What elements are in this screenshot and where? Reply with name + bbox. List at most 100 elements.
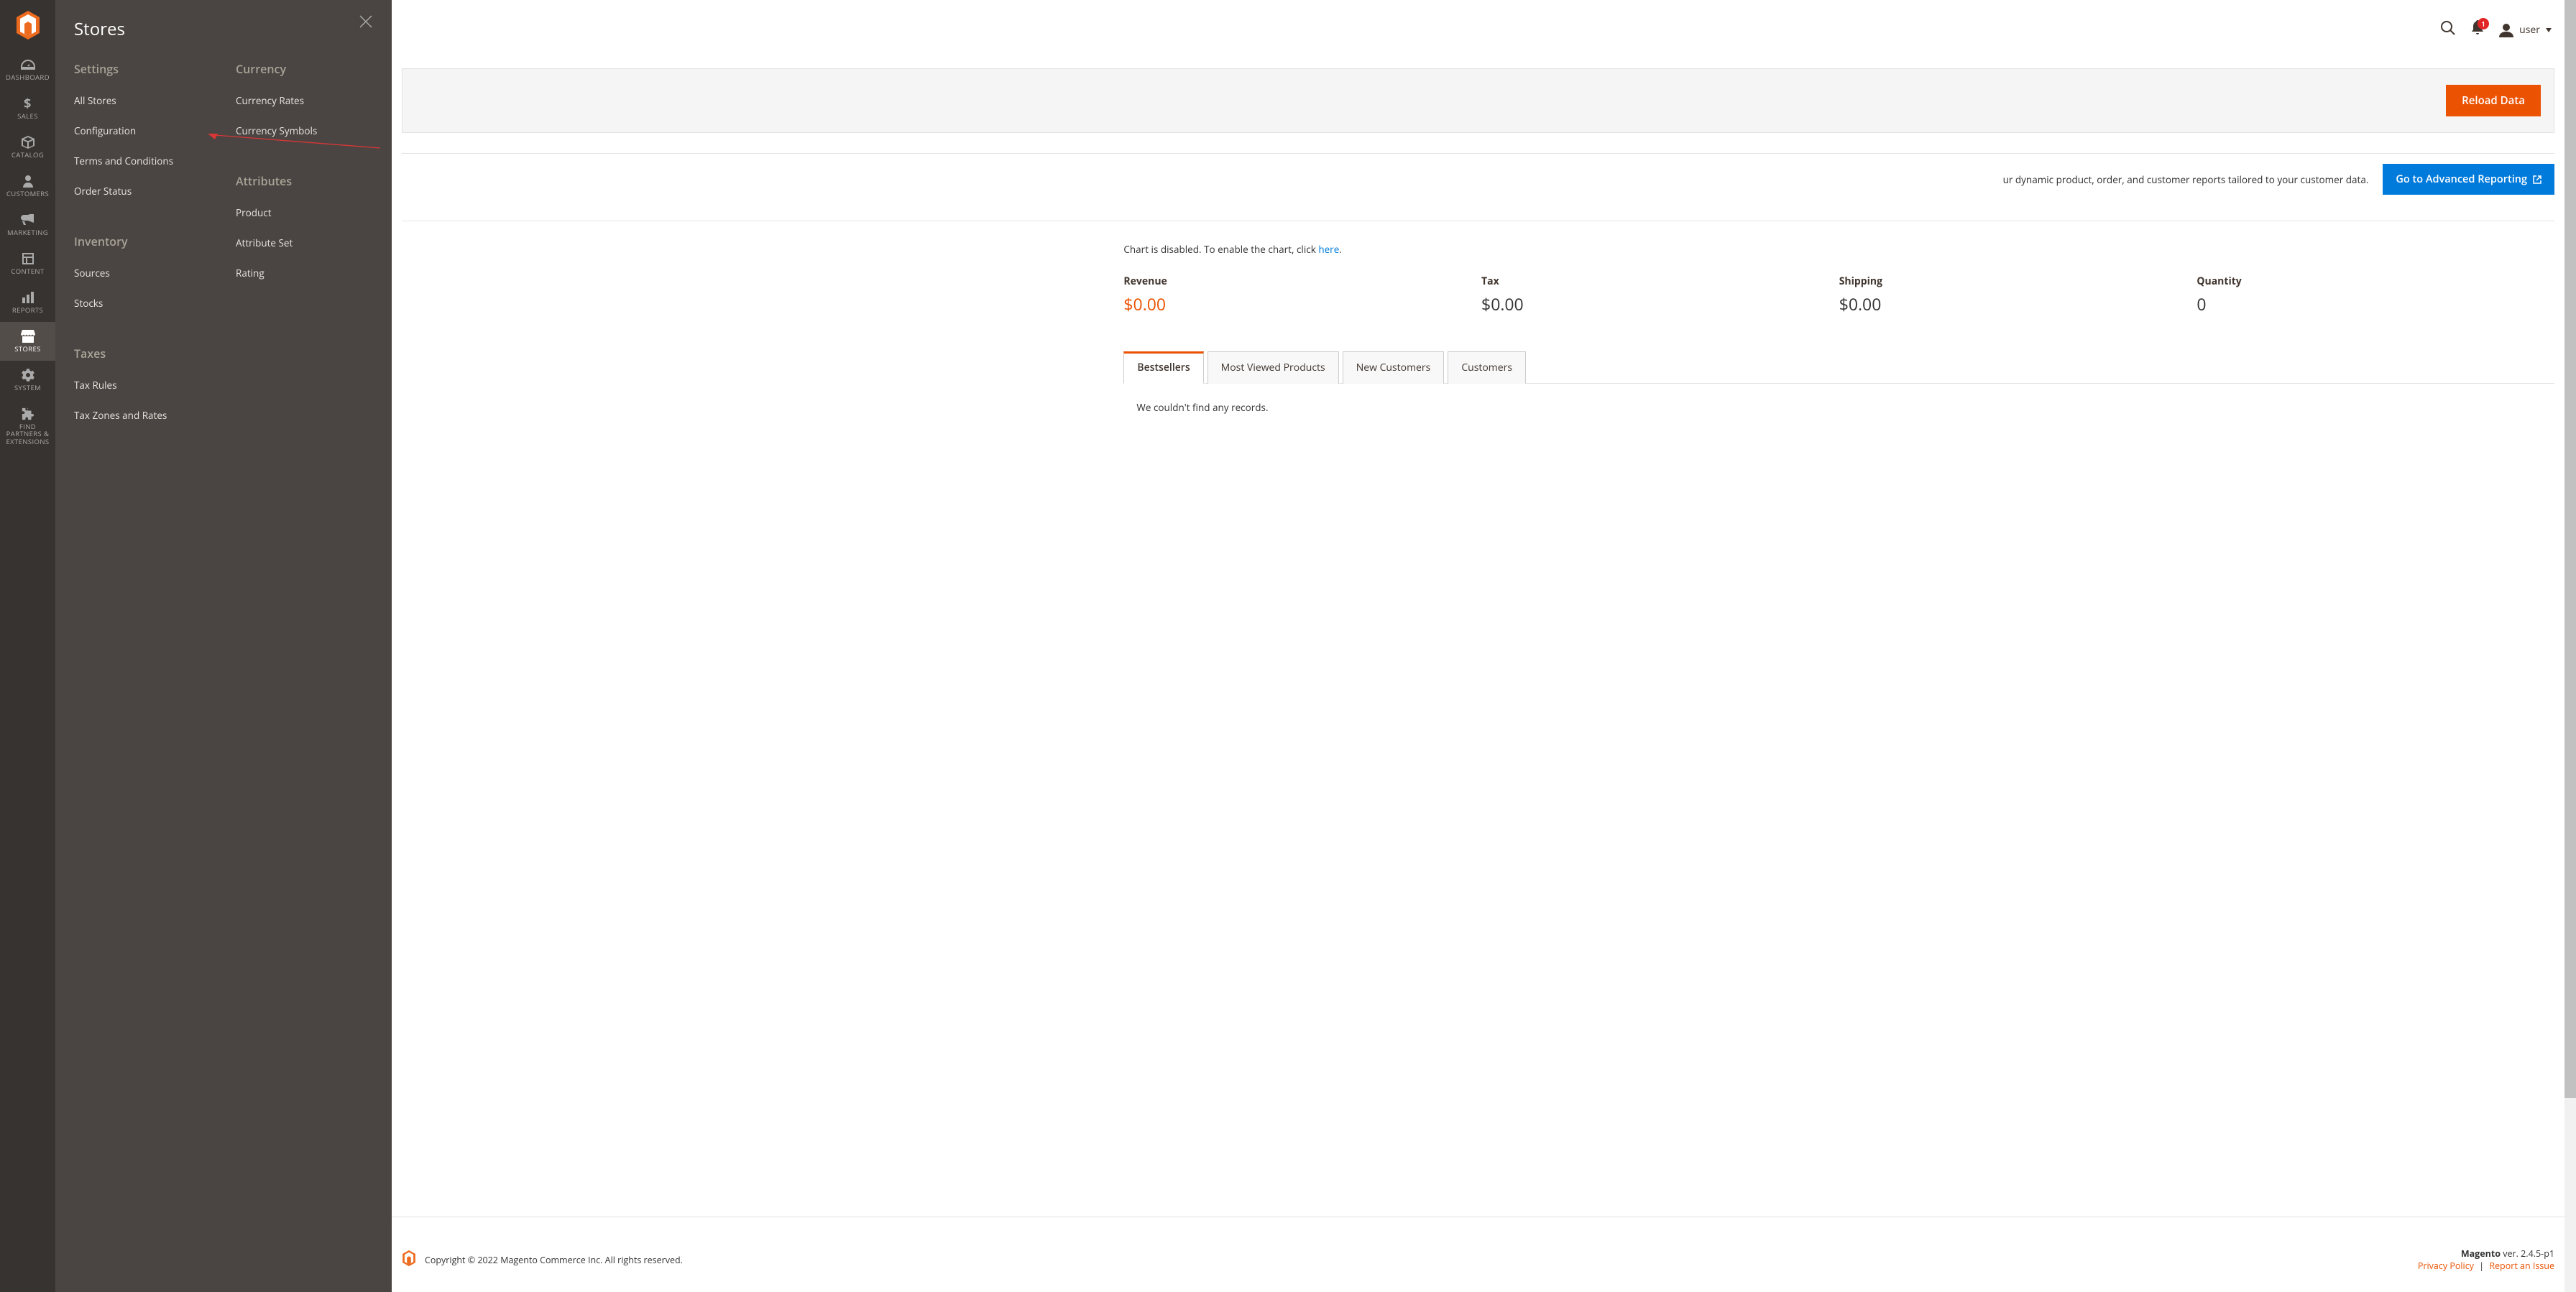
admin-footer: Copyright © 2022 Magento Commerce Inc. A… <box>392 1217 2564 1292</box>
stat-shipping: Shipping $0.00 <box>1839 274 2197 315</box>
tab-content: We couldn't find any records. <box>1123 384 2554 431</box>
username: user <box>2519 23 2540 37</box>
tab-customers[interactable]: Customers <box>1448 351 1526 384</box>
stat-label: Tax <box>1481 274 1839 288</box>
dollar-icon: $ <box>21 96 35 111</box>
svg-text:$: $ <box>24 96 31 111</box>
nav-content[interactable]: CONTENT <box>0 244 55 283</box>
puzzle-icon <box>21 407 35 421</box>
admin-header: 1 user <box>392 0 2564 68</box>
stat-value: $0.00 <box>1481 292 1839 315</box>
close-icon[interactable] <box>359 14 373 32</box>
link-tax-zones[interactable]: Tax Zones and Rates <box>74 409 207 422</box>
product-name: Magento <box>2461 1247 2501 1260</box>
nav-catalog[interactable]: CATALOG <box>0 128 55 167</box>
report-link[interactable]: Report an Issue <box>2489 1260 2554 1272</box>
nav-marketing[interactable]: MARKETING <box>0 206 55 244</box>
nav-sales[interactable]: $ SALES <box>0 89 55 128</box>
section-currency: Currency <box>236 61 369 77</box>
megaphone-icon <box>21 213 35 227</box>
nav-label: STORES <box>14 346 41 353</box>
link-configuration[interactable]: Configuration <box>74 124 207 137</box>
link-attribute-set[interactable]: Attribute Set <box>236 236 369 249</box>
stat-label: Shipping <box>1839 274 2197 288</box>
stat-tax: Tax $0.00 <box>1481 274 1839 315</box>
section-taxes: Taxes <box>74 346 207 361</box>
reload-data-button[interactable]: Reload Data <box>2446 85 2541 116</box>
stores-flyout: Stores Settings All Stores Configuration… <box>55 0 392 1292</box>
chart-msg-period: . <box>1339 243 1342 256</box>
magento-logo-small <box>402 1250 416 1270</box>
cube-icon <box>21 135 35 149</box>
nav-stores[interactable]: STORES <box>0 322 55 361</box>
nav-partners[interactable]: FIND PARTNERS & EXTENSIONS <box>0 400 55 453</box>
reporting-description: ur dynamic product, order, and customer … <box>2003 165 2369 195</box>
version: ver. 2.4.5-p1 <box>2501 1247 2554 1260</box>
search-icon[interactable] <box>2440 20 2456 40</box>
copyright: Copyright © 2022 Magento Commerce Inc. A… <box>425 1254 683 1266</box>
section-inventory: Inventory <box>74 234 207 249</box>
nav-label: SALES <box>17 113 38 120</box>
stat-label: Revenue <box>1123 274 1481 288</box>
link-terms[interactable]: Terms and Conditions <box>74 154 207 167</box>
nav-label: CATALOG <box>12 152 44 159</box>
nav-label: FIND PARTNERS & EXTENSIONS <box>3 423 52 446</box>
nav-label: CONTENT <box>11 268 44 275</box>
advanced-reporting-button[interactable]: Go to Advanced Reporting <box>2383 164 2554 195</box>
nav-system[interactable]: SYSTEM <box>0 361 55 400</box>
section-attributes: Attributes <box>236 173 369 189</box>
link-currency-rates[interactable]: Currency Rates <box>236 94 369 107</box>
stat-quantity: Quantity 0 <box>2196 274 2554 315</box>
notifications-icon[interactable]: 1 <box>2470 20 2485 40</box>
dashboard-body: Chart is disabled. To enable the chart, … <box>402 221 2554 453</box>
nav-dashboard[interactable]: DASHBOARD <box>0 50 55 89</box>
chart-msg-text: Chart is disabled. To enable the chart, … <box>1123 243 1318 256</box>
gear-icon <box>21 368 35 382</box>
admin-sidebar: DASHBOARD $ SALES CATALOG CUSTOMERS MARK… <box>0 0 55 1292</box>
button-label: Go to Advanced Reporting <box>2396 172 2527 186</box>
link-all-stores[interactable]: All Stores <box>74 94 207 107</box>
link-currency-symbols[interactable]: Currency Symbols <box>236 124 369 137</box>
enable-chart-link[interactable]: here <box>1318 243 1339 256</box>
privacy-link[interactable]: Privacy Policy <box>2418 1260 2474 1272</box>
scrollbar[interactable] <box>2564 0 2576 1292</box>
tab-new-customers[interactable]: New Customers <box>1343 351 1445 384</box>
section-settings: Settings <box>74 61 207 77</box>
nav-reports[interactable]: REPORTS <box>0 283 55 322</box>
user-menu[interactable]: user <box>2499 23 2552 37</box>
link-product[interactable]: Product <box>236 206 369 219</box>
bars-icon <box>21 290 35 305</box>
user-icon <box>2499 23 2513 37</box>
person-icon <box>21 174 35 188</box>
chevron-down-icon <box>2546 28 2552 32</box>
link-rating[interactable]: Rating <box>236 267 369 280</box>
nav-label: DASHBOARD <box>6 74 50 81</box>
stat-value: $0.00 <box>1123 292 1481 315</box>
notification-badge: 1 <box>2478 18 2489 29</box>
nav-label: MARKETING <box>7 229 48 236</box>
tabs: Bestsellers Most Viewed Products New Cus… <box>1123 351 2554 384</box>
stat-value: $0.00 <box>1839 292 2197 315</box>
tab-most-viewed[interactable]: Most Viewed Products <box>1208 351 1339 384</box>
stat-revenue: Revenue $0.00 <box>1123 274 1481 315</box>
layout-icon <box>21 252 35 266</box>
stats-row: Revenue $0.00 Tax $0.00 Shipping $0.00 <box>1123 274 2554 315</box>
status-banner: Reload Data <box>402 68 2554 133</box>
link-stocks[interactable]: Stocks <box>74 297 207 310</box>
link-sources[interactable]: Sources <box>74 267 207 280</box>
dashboard-icon <box>21 57 35 72</box>
advanced-reporting-section: ur dynamic product, order, and customer … <box>402 153 2554 221</box>
magento-logo[interactable] <box>0 0 55 50</box>
nav-customers[interactable]: CUSTOMERS <box>0 167 55 206</box>
tab-bestsellers[interactable]: Bestsellers <box>1123 351 1203 384</box>
link-tax-rules[interactable]: Tax Rules <box>74 379 207 392</box>
stat-label: Quantity <box>2196 274 2554 288</box>
main-content: 1 user Reload Data ur dynamic product, o… <box>392 0 2576 1292</box>
stat-value: 0 <box>2196 292 2554 315</box>
external-link-icon <box>2533 175 2542 184</box>
chart-disabled-message: Chart is disabled. To enable the chart, … <box>1123 243 2554 256</box>
flyout-title: Stores <box>74 17 369 41</box>
nav-label: REPORTS <box>12 307 43 314</box>
store-icon <box>21 329 35 343</box>
link-order-status[interactable]: Order Status <box>74 185 207 198</box>
